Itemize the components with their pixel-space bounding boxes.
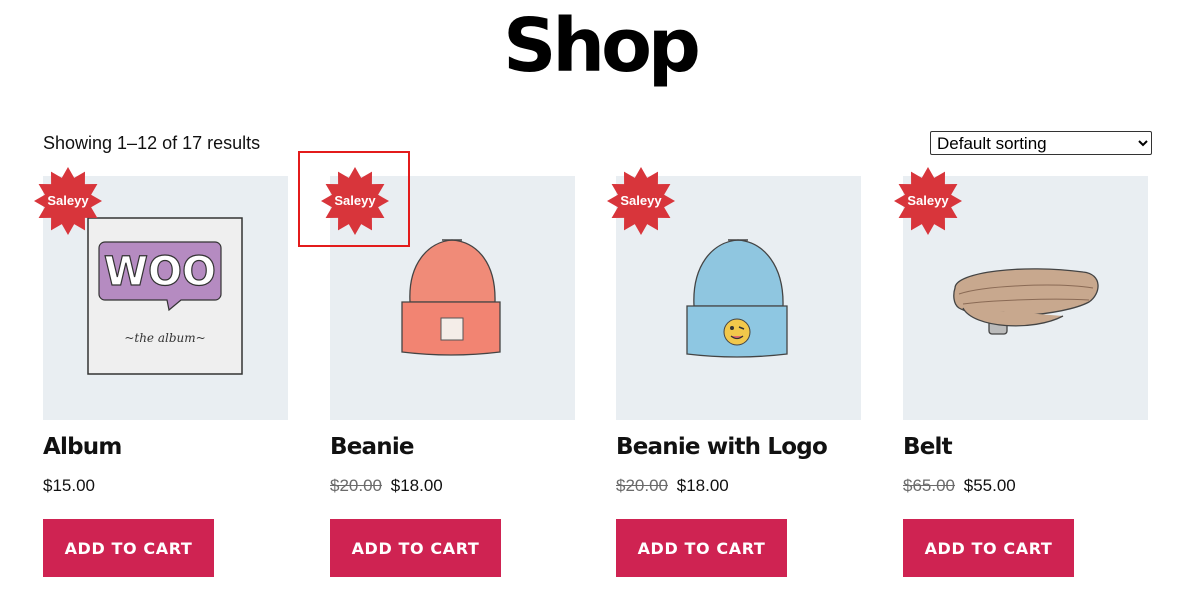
current-price: $15.00 <box>43 476 95 495</box>
sale-badge: Saleyy <box>607 167 675 235</box>
regular-price: $20.00 <box>616 476 668 495</box>
regular-price: $65.00 <box>903 476 955 495</box>
sale-badge: Saleyy <box>894 167 962 235</box>
add-to-cart-button[interactable]: Add to cart <box>903 519 1074 577</box>
add-to-cart-button[interactable]: Add to cart <box>43 519 214 577</box>
product-card: Saleyy Beanie with Logo $20.00 $18.00 Ad… <box>607 167 861 577</box>
add-to-cart-button[interactable]: Add to cart <box>616 519 787 577</box>
current-price: $55.00 <box>963 476 1016 495</box>
svg-text:~the album~: ~the album~ <box>124 331 205 345</box>
product-card: Saleyy Belt $65.00 $55.00 Add to cart <box>894 167 1148 577</box>
sale-badge-label: Saleyy <box>47 193 89 208</box>
sale-badge: Saleyy <box>34 167 102 235</box>
sale-badge-label: Saleyy <box>620 193 662 208</box>
annotation-highlight-box <box>298 151 410 247</box>
current-price: $18.00 <box>390 476 443 495</box>
regular-price: $20.00 <box>330 476 382 495</box>
product-image[interactable]: WOO ~the album~ Saleyy <box>34 167 288 420</box>
current-price: $18.00 <box>676 476 729 495</box>
product-name[interactable]: Album <box>43 434 122 460</box>
add-to-cart-button[interactable]: Add to cart <box>330 519 501 577</box>
product-price: $15.00 <box>43 476 95 496</box>
product-price: $20.00 $18.00 <box>330 476 443 496</box>
product-card: WOO ~the album~ Saleyy Album $15.00 Add … <box>34 167 288 577</box>
product-image[interactable]: Saleyy <box>894 167 1148 420</box>
product-name[interactable]: Beanie with Logo <box>616 434 828 460</box>
product-price: $65.00 $55.00 <box>903 476 1016 496</box>
page-title: Shop <box>503 3 701 89</box>
product-price: $20.00 $18.00 <box>616 476 729 496</box>
product-name[interactable]: Belt <box>903 434 953 460</box>
sort-select[interactable]: Default sorting <box>930 131 1152 155</box>
product-image[interactable]: Saleyy <box>607 167 861 420</box>
product-name[interactable]: Beanie <box>330 434 415 460</box>
sale-badge-label: Saleyy <box>907 193 949 208</box>
result-count: Showing 1–12 of 17 results <box>43 133 261 153</box>
svg-text:WOO: WOO <box>104 249 216 295</box>
